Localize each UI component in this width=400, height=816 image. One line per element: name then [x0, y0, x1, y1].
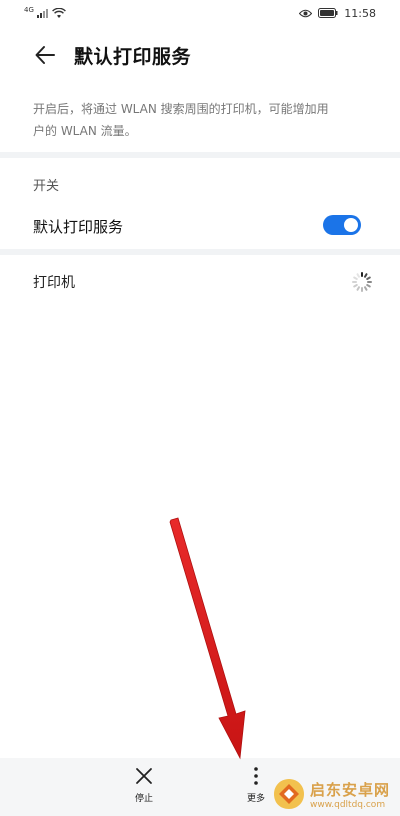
watermark-logo-icon	[274, 779, 304, 809]
status-left: 4G	[24, 5, 66, 19]
status-time: 11:58	[344, 6, 376, 20]
site-watermark: 启东安卓网 www.qdltdq.com	[272, 774, 398, 814]
toggle-knob	[344, 218, 358, 232]
watermark-url: www.qdltdq.com	[310, 799, 386, 810]
printer-list-header: 打印机	[0, 262, 400, 302]
section-divider	[0, 249, 400, 255]
watermark-text: 启东安卓网 www.qdltdq.com	[310, 779, 390, 810]
close-icon	[136, 768, 152, 784]
section-divider	[0, 152, 400, 158]
eye-icon	[299, 9, 313, 17]
watermark-title: 启东安卓网	[310, 780, 391, 799]
switch-section-label: 开关	[33, 179, 60, 194]
default-print-service-toggle[interactable]	[323, 215, 361, 235]
wifi-icon	[51, 7, 66, 18]
printer-section-label: 打印机	[33, 275, 75, 291]
title-bar: 默认打印服务	[0, 28, 400, 84]
stop-button[interactable]: 停止	[114, 766, 174, 812]
stop-button-label: 停止	[134, 794, 153, 804]
back-button[interactable]	[32, 42, 58, 68]
description-line-2: 户的 WLAN 流量。	[33, 124, 137, 138]
more-vertical-icon	[254, 767, 258, 785]
status-right: 11:58	[299, 7, 376, 20]
battery-icon	[318, 8, 338, 18]
default-print-service-label: 默认打印服务	[33, 218, 124, 236]
more-button-label: 更多	[246, 794, 265, 804]
signal-icon	[36, 9, 48, 18]
page-title: 默认打印服务	[74, 46, 192, 68]
network-type-label: 4G	[24, 5, 34, 14]
default-print-service-row[interactable]: 默认打印服务	[0, 206, 400, 246]
status-bar: 4G 11:58	[0, 0, 400, 26]
description-line-1: 开启后，将通过 WLAN 搜索周围的打印机，可能增加用	[33, 102, 329, 116]
loading-spinner-icon	[352, 272, 372, 292]
service-description: 开启后，将通过 WLAN 搜索周围的打印机，可能增加用 户的 WLAN 流量。	[33, 98, 373, 142]
back-arrow-icon	[35, 46, 55, 64]
